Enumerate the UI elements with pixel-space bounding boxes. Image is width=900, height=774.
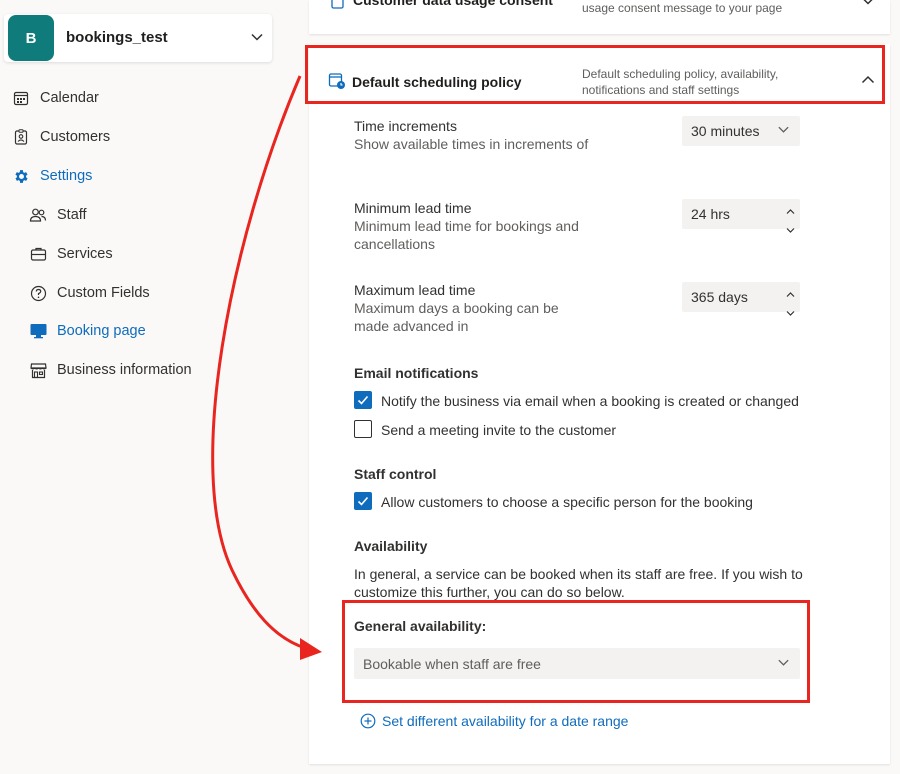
nav-label: Customers (40, 129, 111, 145)
chevron-down-icon[interactable] (250, 30, 264, 49)
time-increments-label: Time increments (354, 118, 457, 134)
consent-icon (330, 0, 346, 15)
time-increments-dropdown[interactable]: 30 minutes (682, 116, 800, 146)
calendar-icon (12, 89, 30, 107)
date-range-link-label: Set different availability for a date ra… (382, 713, 629, 729)
time-increments-value: 30 minutes (691, 123, 760, 139)
send-invite-checkbox[interactable] (354, 420, 372, 438)
highlight-box-policy-header (305, 45, 885, 104)
gear-icon (12, 167, 30, 185)
customer-consent-panel[interactable]: Customer data usage consent usage consen… (309, 0, 890, 34)
staff-control-heading: Staff control (354, 466, 437, 482)
send-invite-label[interactable]: Send a meeting invite to the customer (381, 422, 616, 438)
nav-label: Calendar (40, 90, 99, 106)
checkmark-icon (357, 496, 369, 506)
availability-description: In general, a service can be booked when… (354, 566, 803, 600)
consent-description: usage consent message to your page (582, 1, 783, 15)
business-switcher[interactable]: B bookings_test (4, 14, 272, 62)
email-notifications-heading: Email notifications (354, 365, 479, 381)
business-avatar: B (8, 15, 54, 61)
nav-staff[interactable]: Staff (29, 204, 87, 226)
max-lead-value: 365 days (691, 289, 748, 305)
chevron-down-icon[interactable] (861, 0, 875, 13)
date-range-availability-link[interactable]: Set different availability for a date ra… (360, 713, 628, 729)
notify-business-label[interactable]: Notify the business via email when a boo… (381, 393, 799, 409)
availability-heading: Availability (354, 538, 428, 554)
min-lead-value: 24 hrs (691, 206, 730, 222)
nav-label: Booking page (57, 323, 146, 339)
store-icon (29, 361, 47, 379)
nav-calendar[interactable]: Calendar (12, 87, 99, 109)
briefcase-icon (29, 245, 47, 263)
nav-label: Staff (57, 207, 87, 223)
consent-title: Customer data usage consent (353, 0, 553, 8)
stepper-up-icon[interactable] (786, 285, 795, 301)
allow-choose-staff-label[interactable]: Allow customers to choose a specific per… (381, 494, 753, 510)
sidebar: B bookings_test Calendar Customers Setti… (0, 0, 290, 774)
nav-label: Custom Fields (57, 285, 150, 301)
min-lead-stepper[interactable]: 24 hrs (682, 199, 800, 233)
notify-business-checkbox[interactable] (354, 391, 372, 409)
monitor-icon (29, 322, 47, 340)
min-lead-label: Minimum lead time (354, 200, 472, 216)
question-icon (29, 284, 47, 302)
max-lead-label: Maximum lead time (354, 282, 476, 298)
nav-settings[interactable]: Settings (12, 165, 92, 187)
stepper-up-icon[interactable] (786, 202, 795, 218)
nav-business-information[interactable]: Business information (29, 359, 192, 381)
time-increments-description: Show available times in increments of (354, 136, 589, 152)
customers-icon (12, 128, 30, 146)
nav-booking-page[interactable]: Booking page (29, 320, 146, 342)
max-lead-description: Maximum days a booking can be made advan… (354, 300, 559, 334)
min-lead-description: Minimum lead time for bookings and cance… (354, 218, 579, 252)
stepper-down-icon[interactable] (786, 304, 795, 320)
highlight-box-general-availability (342, 600, 810, 703)
add-circle-icon (360, 713, 376, 729)
max-lead-stepper[interactable]: 365 days (682, 282, 800, 316)
nav-customers[interactable]: Customers (12, 126, 110, 148)
nav-label: Settings (40, 168, 93, 184)
staff-icon (29, 206, 47, 224)
nav-services[interactable]: Services (29, 243, 113, 265)
allow-choose-staff-checkbox[interactable] (354, 492, 372, 510)
chevron-down-icon (777, 123, 790, 139)
nav-custom-fields[interactable]: Custom Fields (29, 282, 150, 304)
nav-label: Business information (57, 362, 192, 378)
business-name: bookings_test (66, 29, 168, 46)
nav-label: Services (57, 246, 113, 262)
stepper-down-icon[interactable] (786, 221, 795, 237)
checkmark-icon (357, 395, 369, 405)
